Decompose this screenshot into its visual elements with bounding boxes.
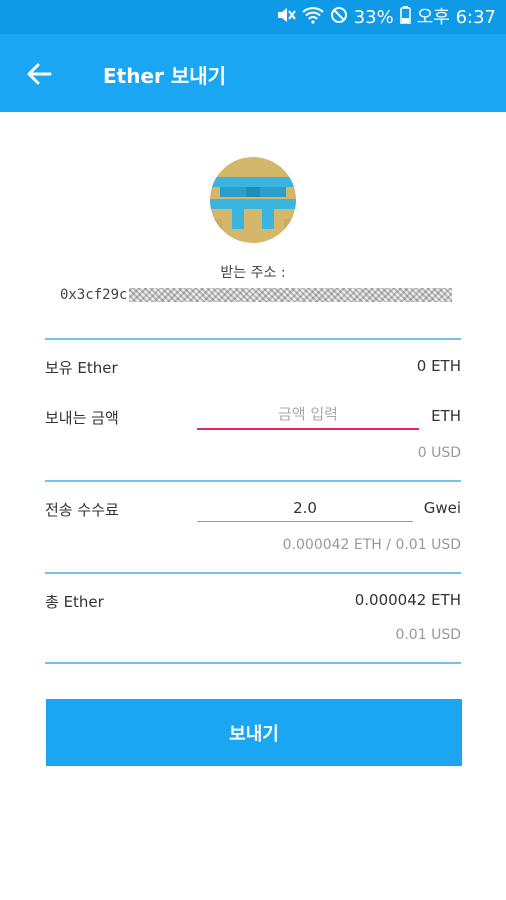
recipient-label: 받는 주소 : xyxy=(220,265,286,281)
recipient-address: 0x3cf29c xyxy=(60,285,452,305)
back-button[interactable] xyxy=(20,56,58,92)
amount-usd: 0 USD xyxy=(417,445,461,461)
address-redaction xyxy=(129,288,452,302)
divider xyxy=(45,572,461,574)
fee-unit: Gwei xyxy=(423,499,461,517)
amount-input[interactable] xyxy=(197,400,419,430)
divider xyxy=(45,480,461,482)
balance-label: 보유 Ether xyxy=(45,359,118,377)
fee-label: 전송 수수료 xyxy=(45,501,119,519)
app-bar: Ether 보내기 xyxy=(0,34,506,112)
fee-estimate: 0.000042 ETH / 0.01 USD xyxy=(282,537,461,553)
amount-unit: ETH xyxy=(431,407,461,425)
status-icons: 33% 오후 6:37 xyxy=(276,6,496,30)
divider xyxy=(45,662,461,664)
total-value: 0.000042 ETH xyxy=(354,591,461,609)
wifi-icon xyxy=(302,6,324,30)
divider xyxy=(45,338,461,340)
recipient-address-text: 0x3cf29c xyxy=(60,287,128,303)
fee-input[interactable] xyxy=(197,494,413,522)
clock: 오후 6:37 xyxy=(416,7,496,28)
amount-label: 보내는 금액 xyxy=(45,409,119,427)
status-bar: 33% 오후 6:37 xyxy=(0,0,506,34)
mute-icon xyxy=(276,6,296,30)
arrow-left-icon xyxy=(27,63,52,85)
recipient-avatar xyxy=(210,157,296,243)
send-button[interactable]: 보내기 xyxy=(46,699,462,766)
page-title: Ether 보내기 xyxy=(103,64,227,88)
total-label: 총 Ether xyxy=(45,593,104,611)
balance-value: 0 ETH xyxy=(416,357,461,375)
battery-percent: 33% xyxy=(353,7,394,28)
dnd-icon xyxy=(330,6,348,30)
total-usd: 0.01 USD xyxy=(395,627,461,643)
battery-icon xyxy=(399,6,411,30)
